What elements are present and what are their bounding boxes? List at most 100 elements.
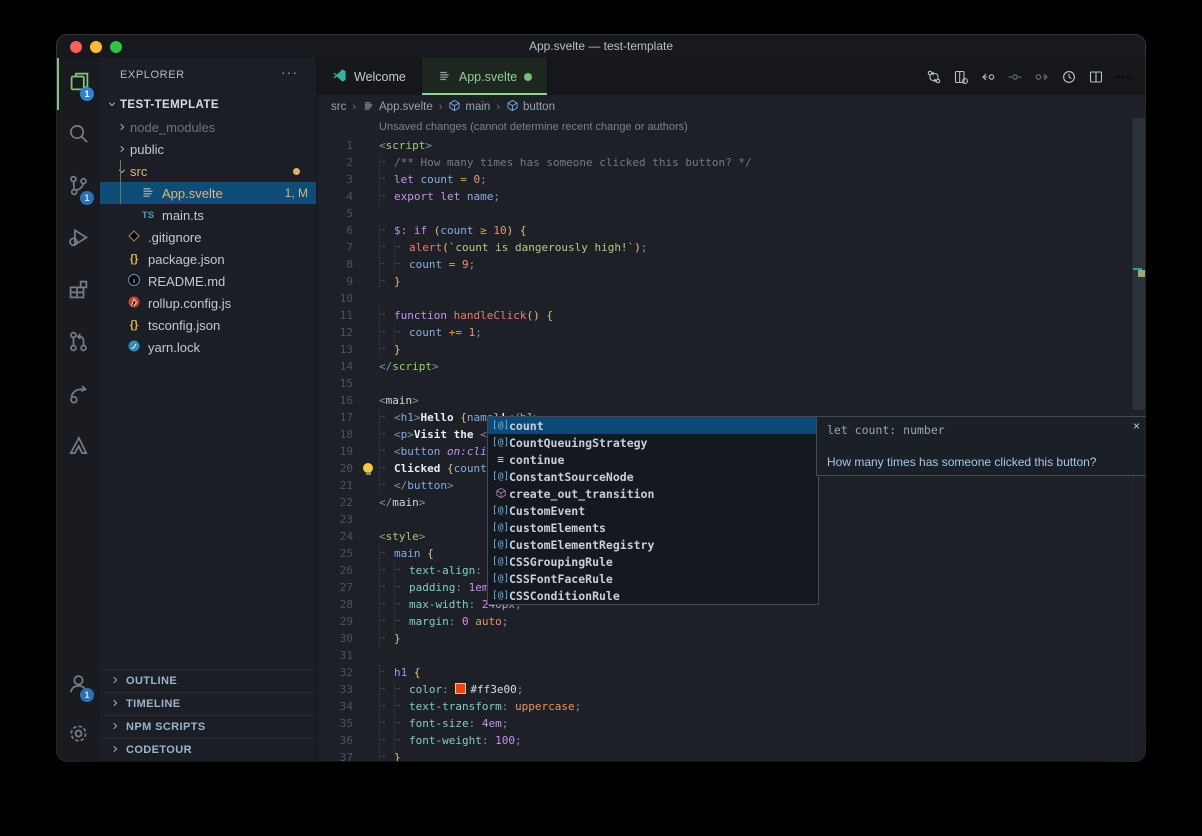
file-history-icon[interactable]	[1061, 69, 1077, 85]
suggest-item-CSSConditionRule[interactable]: [@]CSSConditionRule	[488, 587, 818, 604]
code-line[interactable]: 8→→count = 9;	[317, 256, 1145, 273]
current-position-icon[interactable]	[1007, 69, 1023, 85]
code-line[interactable]: 16<main>	[317, 392, 1145, 409]
code-line[interactable]: 5	[317, 205, 1145, 222]
suggest-item-CSSFontFaceRule[interactable]: [@]CSSFontFaceRule	[488, 570, 818, 587]
code-line[interactable]: 11→function handleClick() {	[317, 307, 1145, 324]
line-number: 24	[317, 528, 353, 545]
sidebar-panel-timeline[interactable]: TIMELINE	[100, 692, 316, 715]
code-line[interactable]: 2→/** How many times has someone clicked…	[317, 154, 1145, 171]
code-line[interactable]: 37→}	[317, 749, 1145, 761]
file-tree-item-yarn.lock[interactable]: yarn.lock	[100, 336, 316, 358]
code-token: 10	[493, 224, 506, 237]
suggest-item-continue[interactable]: ≡continue	[488, 451, 818, 468]
activity-bar-item-live-share[interactable]	[57, 370, 100, 422]
activity-bar-item-source-control[interactable]: 1	[57, 162, 100, 214]
activity-bar-item-github-pull-requests[interactable]	[57, 318, 100, 370]
activity-bar-item-run-debug[interactable]	[57, 214, 100, 266]
minimize-window-button[interactable]	[90, 41, 102, 53]
code-token: ;	[480, 173, 487, 186]
breadcrumb-item-main[interactable]: main	[448, 99, 490, 115]
activity-bar-item-account[interactable]: 1	[57, 661, 100, 711]
code-line[interactable]: 30→}	[317, 630, 1145, 647]
explorer-sidebar: EXPLORER ··· TEST-TEMPLATEnode_modulespu…	[100, 58, 316, 761]
code-line[interactable]: 32→h1 {	[317, 664, 1145, 681]
code-line[interactable]: 34→→text-transform: uppercase;	[317, 698, 1145, 715]
close-icon[interactable]: ×	[1133, 419, 1140, 433]
file-tree-item-node_modules[interactable]: node_modules	[100, 116, 316, 138]
close-window-button[interactable]	[70, 41, 82, 53]
file-tree-item-App.svelte[interactable]: App.svelte1, M	[100, 182, 316, 204]
suggest-item-count[interactable]: [@]count	[488, 417, 818, 434]
file-tree-item-main.ts[interactable]: TSmain.ts	[100, 204, 316, 226]
title-bar[interactable]: App.svelte — test-template	[57, 35, 1145, 59]
zoom-window-button[interactable]	[110, 41, 122, 53]
code-line[interactable]: 15	[317, 375, 1145, 392]
code-line[interactable]: 10	[317, 290, 1145, 307]
previous-change-icon[interactable]	[980, 69, 996, 85]
code-line[interactable]: 31	[317, 647, 1145, 664]
code-line[interactable]: 9→}	[317, 273, 1145, 290]
code-token: <	[394, 428, 401, 441]
suggest-item-create_out_transition[interactable]: create_out_transition	[488, 485, 818, 502]
more-actions-icon[interactable]	[1115, 69, 1131, 85]
code-line[interactable]: 1<script>	[317, 137, 1145, 154]
file-tree-item-README.md[interactable]: README.md	[100, 270, 316, 292]
code-token: margin	[409, 615, 449, 628]
codelens-annotation[interactable]: Unsaved changes (cannot determine recent…	[317, 118, 1145, 137]
code-line[interactable]: 29→→margin: 0 auto;	[317, 613, 1145, 630]
file-tree-item-public[interactable]: public	[100, 138, 316, 160]
sidebar-panel-outline[interactable]: OUTLINE	[100, 669, 316, 692]
scrollbar-slider[interactable]	[1133, 118, 1145, 410]
code-line[interactable]: 3→let count = 0;	[317, 171, 1145, 188]
activity-bar-item-azure[interactable]	[57, 422, 100, 474]
suggest-item-CSSGroupingRule[interactable]: [@]CSSGroupingRule	[488, 553, 818, 570]
file-tree-item-src[interactable]: src	[100, 160, 316, 182]
line-content: →}	[379, 273, 401, 290]
editor-group: WelcomeApp.svelte src›App.svelte›main›bu…	[316, 58, 1145, 761]
code-line[interactable]: 36→→font-weight: 100;	[317, 732, 1145, 749]
suggest-item-CustomElementRegistry[interactable]: [@]CustomElementRegistry	[488, 536, 818, 553]
code-line[interactable]: 6→$: if (count ≥ 10) {	[317, 222, 1145, 239]
open-changes-icon[interactable]	[953, 69, 969, 85]
file-tree-item-tsconfig.json[interactable]: {}tsconfig.json	[100, 314, 316, 336]
code-line[interactable]: 14</script>	[317, 358, 1145, 375]
indent-guide: →	[379, 273, 394, 290]
suggest-item-CustomEvent[interactable]: [@]CustomEvent	[488, 502, 818, 519]
line-number: 31	[317, 647, 353, 664]
tab-welcome[interactable]: Welcome	[317, 58, 422, 95]
split-editor-icon[interactable]	[1088, 69, 1104, 85]
tree-root-folder[interactable]: TEST-TEMPLATE	[100, 94, 316, 116]
breadcrumb-item-app-svelte[interactable]: App.svelte	[362, 99, 433, 115]
code-line[interactable]: 12→→count += 1;	[317, 324, 1145, 341]
activity-bar-item-settings[interactable]	[57, 711, 100, 761]
code-line[interactable]: 13→}	[317, 341, 1145, 358]
sidebar-panel-codetour[interactable]: CODETOUR	[100, 738, 316, 761]
symbol-variable-icon: [@]	[492, 437, 509, 448]
suggest-item-CountQueuingStrategy[interactable]: [@]CountQueuingStrategy	[488, 434, 818, 451]
code-line[interactable]: 35→→font-size: 4em;	[317, 715, 1145, 732]
code-line[interactable]: 7→→alert(`count is dangerously high!`);	[317, 239, 1145, 256]
code-token: `count is dangerously high!`	[449, 241, 634, 254]
activity-bar-item-extensions[interactable]	[57, 266, 100, 318]
code-line[interactable]: 33→→color: #ff3e00;	[317, 681, 1145, 698]
next-change-icon[interactable]	[1034, 69, 1050, 85]
lightbulb-icon[interactable]	[363, 463, 373, 473]
source-control-graph-icon[interactable]	[926, 69, 942, 85]
breadcrumb-item-button[interactable]: button	[506, 99, 555, 115]
tree-indent-guide	[120, 160, 121, 204]
file-tree-item-package.json[interactable]: {}package.json	[100, 248, 316, 270]
file-tree-item-.gitignore[interactable]: .gitignore	[100, 226, 316, 248]
sidebar-panel-npm-scripts[interactable]: NPM SCRIPTS	[100, 715, 316, 738]
line-number: 36	[317, 732, 353, 749]
file-tree-item-rollup.config.js[interactable]: rollup.config.js	[100, 292, 316, 314]
more-actions-icon[interactable]: ···	[281, 64, 298, 80]
activity-bar-item-search[interactable]	[57, 110, 100, 162]
suggest-item-customElements[interactable]: [@]customElements	[488, 519, 818, 536]
activity-bar-item-explorer[interactable]: 1	[57, 58, 100, 110]
tab-app-svelte[interactable]: App.svelte	[422, 58, 548, 95]
suggest-item-ConstantSourceNode[interactable]: [@]ConstantSourceNode	[488, 468, 818, 485]
line-number: 4	[317, 188, 353, 205]
breadcrumb-item-src[interactable]: src	[331, 101, 346, 113]
code-line[interactable]: 4→export let name;	[317, 188, 1145, 205]
